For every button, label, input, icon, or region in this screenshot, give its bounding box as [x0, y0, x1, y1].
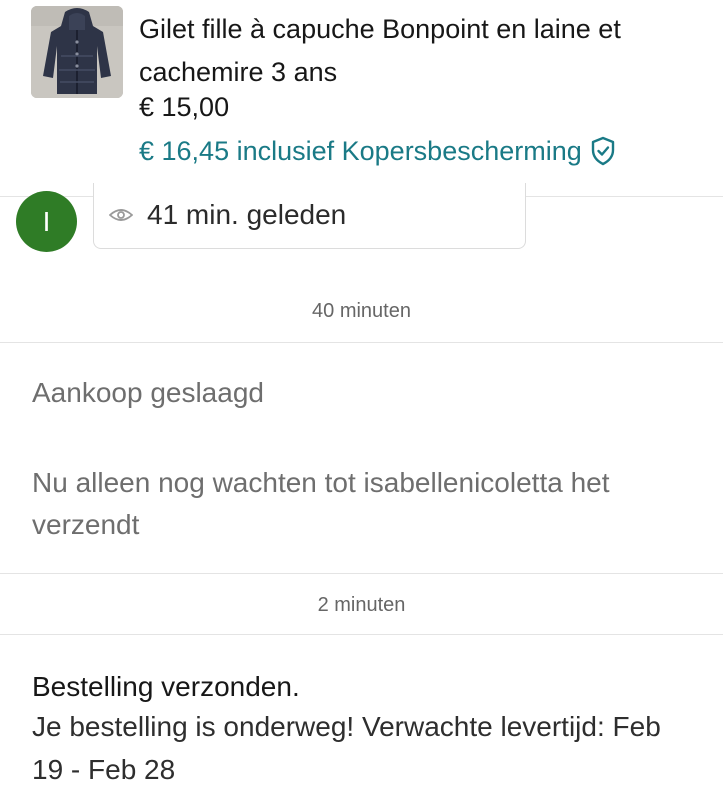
conversation-screen: Gilet fille à capuche Bonpoint en laine …: [0, 0, 723, 800]
item-price: € 15,00: [139, 92, 230, 122]
avatar-initial: I: [42, 205, 51, 237]
item-title: Gilet fille à capuche Bonpoint en laine …: [139, 14, 621, 87]
status-title: Bestelling verzonden.: [32, 671, 300, 702]
avatar[interactable]: I: [16, 191, 77, 252]
divider: [0, 342, 723, 343]
message-bubble: 41 min. geleden: [93, 183, 526, 249]
divider: [0, 573, 723, 574]
divider: [0, 634, 723, 635]
seen-status: 41 min. geleden: [147, 199, 347, 230]
buyer-protection-link[interactable]: € 16,45 inclusief Kopersbescherming: [139, 133, 616, 169]
timestamp: 2 minuten: [317, 594, 406, 616]
shield-check-icon: [591, 136, 614, 166]
eye-icon: [109, 209, 133, 221]
status-title: Aankoop geslaagd: [32, 377, 264, 408]
timestamp: 40 minuten: [312, 300, 411, 322]
status-body: Je bestelling is onderweg! Verwachte lev…: [32, 711, 661, 785]
cardigan-photo-icon: [31, 6, 123, 98]
status-body: Nu alleen nog wachten tot isabellenicole…: [32, 467, 610, 540]
buyer-protection-text: € 16,45 inclusief Kopersbescherming: [139, 136, 582, 166]
item-thumbnail[interactable]: [31, 6, 123, 98]
item-header[interactable]: Gilet fille à capuche Bonpoint en laine …: [0, 0, 723, 197]
